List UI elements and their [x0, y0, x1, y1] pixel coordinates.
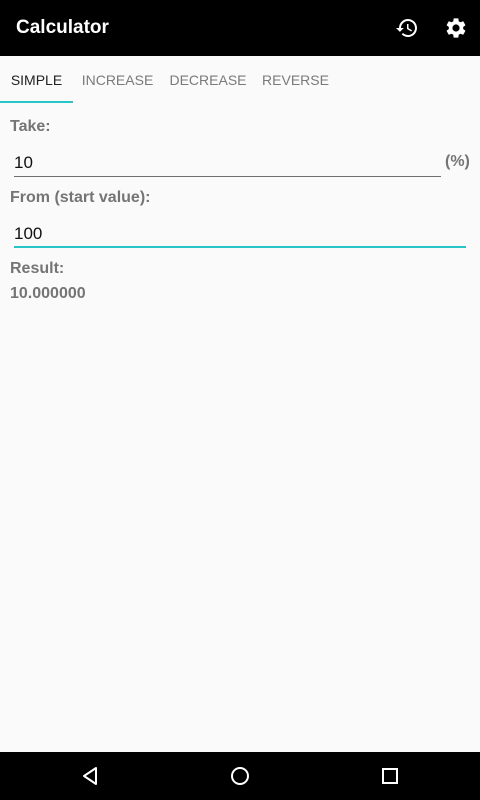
navigation-bar: [0, 752, 480, 800]
from-input-underline: [14, 246, 466, 248]
settings-icon[interactable]: [442, 14, 470, 42]
percent-unit-label: (%): [445, 153, 470, 170]
recents-icon[interactable]: [378, 764, 402, 788]
take-input[interactable]: 10: [14, 153, 33, 173]
result-value: 10.000000: [10, 285, 86, 302]
tab-simple[interactable]: SIMPLE: [0, 56, 73, 104]
home-icon[interactable]: [228, 764, 252, 788]
tab-increase[interactable]: INCREASE: [73, 56, 162, 104]
result-label: Result:: [10, 260, 65, 277]
app-bar: Calculator: [0, 0, 480, 56]
take-label: Take:: [10, 118, 51, 135]
tab-reverse[interactable]: REVERSE: [254, 56, 337, 104]
take-input-underline: [14, 176, 441, 177]
history-icon[interactable]: [393, 14, 421, 42]
tab-decrease[interactable]: DECREASE: [162, 56, 254, 104]
from-label: From (start value):: [10, 189, 151, 206]
tab-indicator: [0, 101, 73, 103]
tab-bar: SIMPLE INCREASE DECREASE REVERSE: [0, 56, 480, 104]
app-title: Calculator: [16, 17, 109, 38]
back-icon[interactable]: [78, 764, 102, 788]
from-input[interactable]: 100: [14, 224, 42, 244]
